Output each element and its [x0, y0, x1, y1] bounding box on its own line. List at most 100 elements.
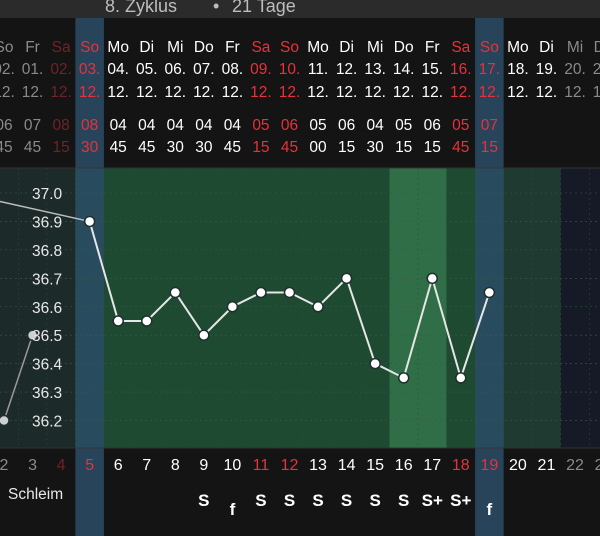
weekday-label: Mo [507, 39, 529, 56]
y-tick-label: 36.7 [32, 271, 62, 288]
date-day-label: 03. [79, 61, 101, 78]
y-tick-label: 37.0 [32, 186, 63, 203]
date-month-label: 12. [222, 84, 244, 101]
y-tick-label: 36.6 [32, 300, 62, 317]
mucus-value-label: S+ [422, 491, 443, 510]
temperature-point [397, 372, 410, 384]
cycle-day-label: 10 [224, 457, 242, 474]
weekday-label: So [280, 39, 299, 56]
weekday-label: Do [594, 39, 600, 56]
date-month-label: 12. [421, 84, 443, 101]
measure-hour-label: 05 [252, 117, 269, 134]
weekday-label: Mi [567, 39, 583, 56]
weekday-label: Mi [167, 39, 183, 56]
cycle-day-label: 7 [142, 457, 151, 474]
weekday-label: Mo [307, 39, 329, 56]
cycle-day-label: 11 [253, 457, 270, 474]
measure-hour-label: 04 [110, 117, 128, 134]
measure-minute-label: 45 [24, 139, 41, 156]
cycle-day-label: 15 [366, 457, 384, 474]
date-day-label: 11. [308, 61, 328, 78]
cycle-day-label: 22 [566, 457, 584, 474]
date-day-label: 20. [564, 61, 586, 78]
mucus-value-label: S [369, 491, 380, 510]
date-day-label: 02. [0, 61, 15, 78]
cycle-day-label: 5 [85, 457, 94, 474]
date-month-label: 12. [79, 84, 101, 101]
cycle-chart-view: 37.0 36.9 36.8 36.7 36.6 36.5 36.4 36.3 36.2 8. … [0, 0, 600, 536]
date-month-label: 12. [165, 84, 187, 101]
weekday-label: So [480, 39, 499, 56]
date-day-label: 08. [222, 61, 244, 78]
cycle-day-label: 17 [423, 457, 441, 474]
cycle-day-label: 23 [595, 457, 600, 474]
weekday-label: Do [194, 39, 214, 56]
date-month-label: 12. [136, 84, 158, 101]
date-day-label: 19. [536, 61, 558, 78]
cycle-day-label: 14 [338, 457, 356, 474]
measure-minute-label: 30 [81, 139, 99, 156]
measure-hour-label: 04 [224, 117, 242, 134]
measure-hour-label: 05 [309, 117, 326, 134]
weekday-label: Di [339, 39, 354, 56]
date-day-label: 06. [165, 61, 187, 78]
measure-hour-label: 04 [138, 117, 156, 134]
measure-minute-label: 15 [424, 139, 441, 156]
measure-hour-label: 04 [167, 117, 185, 134]
temperature-point [255, 286, 267, 299]
measure-minute-label: 00 [309, 139, 327, 156]
mucus-value-label: S [284, 491, 295, 510]
weekday-label: Fr [425, 39, 440, 56]
temperature-chart: 37.0 36.9 36.8 36.7 36.6 36.5 36.4 36.3 36.2 8. … [0, 0, 600, 536]
temperature-point [226, 301, 239, 313]
weekday-label: Fr [225, 39, 240, 56]
mucus-value-label: S [312, 491, 323, 510]
measure-hour-label: 06 [424, 117, 441, 134]
measure-hour-label: 07 [24, 117, 41, 134]
date-day-label: 01. [22, 61, 44, 78]
y-tick-label: 36.9 [32, 214, 62, 231]
date-month-label: 12. [564, 84, 586, 101]
measure-minute-label: 45 [0, 139, 13, 156]
date-month-label: 12. [593, 84, 600, 101]
cycle-day-label: 2 [0, 457, 9, 474]
measure-hour-label: 06 [338, 117, 355, 134]
mucus-value-label: S+ [450, 491, 471, 510]
fertility-sign-label: f [487, 500, 493, 519]
weekday-label: Mo [107, 39, 129, 56]
weekday-label: So [0, 39, 13, 56]
date-month-label: 12. [450, 84, 472, 101]
weekday-label: Di [139, 39, 154, 56]
date-month-label: 12. [193, 84, 215, 101]
weekday-label: Di [539, 39, 554, 56]
date-month-label: 12. [250, 84, 272, 101]
cycle-day-label: 21 [538, 457, 556, 474]
cycle-day-label: 19 [480, 457, 498, 474]
date-month-label: 12. [107, 84, 129, 101]
weekday-label: Sa [251, 39, 270, 56]
weekday-label: Sa [451, 39, 470, 56]
mucus-row-label: Schleim [8, 486, 63, 503]
date-month-label: 12. [393, 84, 415, 101]
measure-minute-label: 15 [395, 139, 412, 156]
measure-hour-label: 05 [452, 117, 469, 134]
date-day-label: 17. [479, 61, 501, 78]
measure-minute-label: 30 [195, 139, 213, 156]
temperature-point [455, 372, 467, 384]
mucus-value-label: S [341, 491, 352, 510]
temperature-point [198, 329, 210, 341]
future-area [560, 168, 600, 448]
temperature-point [0, 414, 10, 427]
temperature-point [283, 286, 296, 299]
measure-minute-label: 30 [367, 139, 385, 156]
measure-minute-label: 30 [167, 139, 185, 156]
cycle-day-label: 12 [281, 457, 299, 474]
temperature-point [169, 286, 182, 299]
measure-hour-label: 04 [195, 117, 213, 134]
date-day-label: 09. [250, 61, 272, 78]
mucus-value-label: S [198, 491, 209, 510]
weekday-label: Fr [25, 39, 40, 56]
weekday-label: So [80, 39, 99, 56]
y-tick-label: 36.2 [32, 414, 62, 431]
y-tick-label: 36.5 [32, 328, 62, 345]
